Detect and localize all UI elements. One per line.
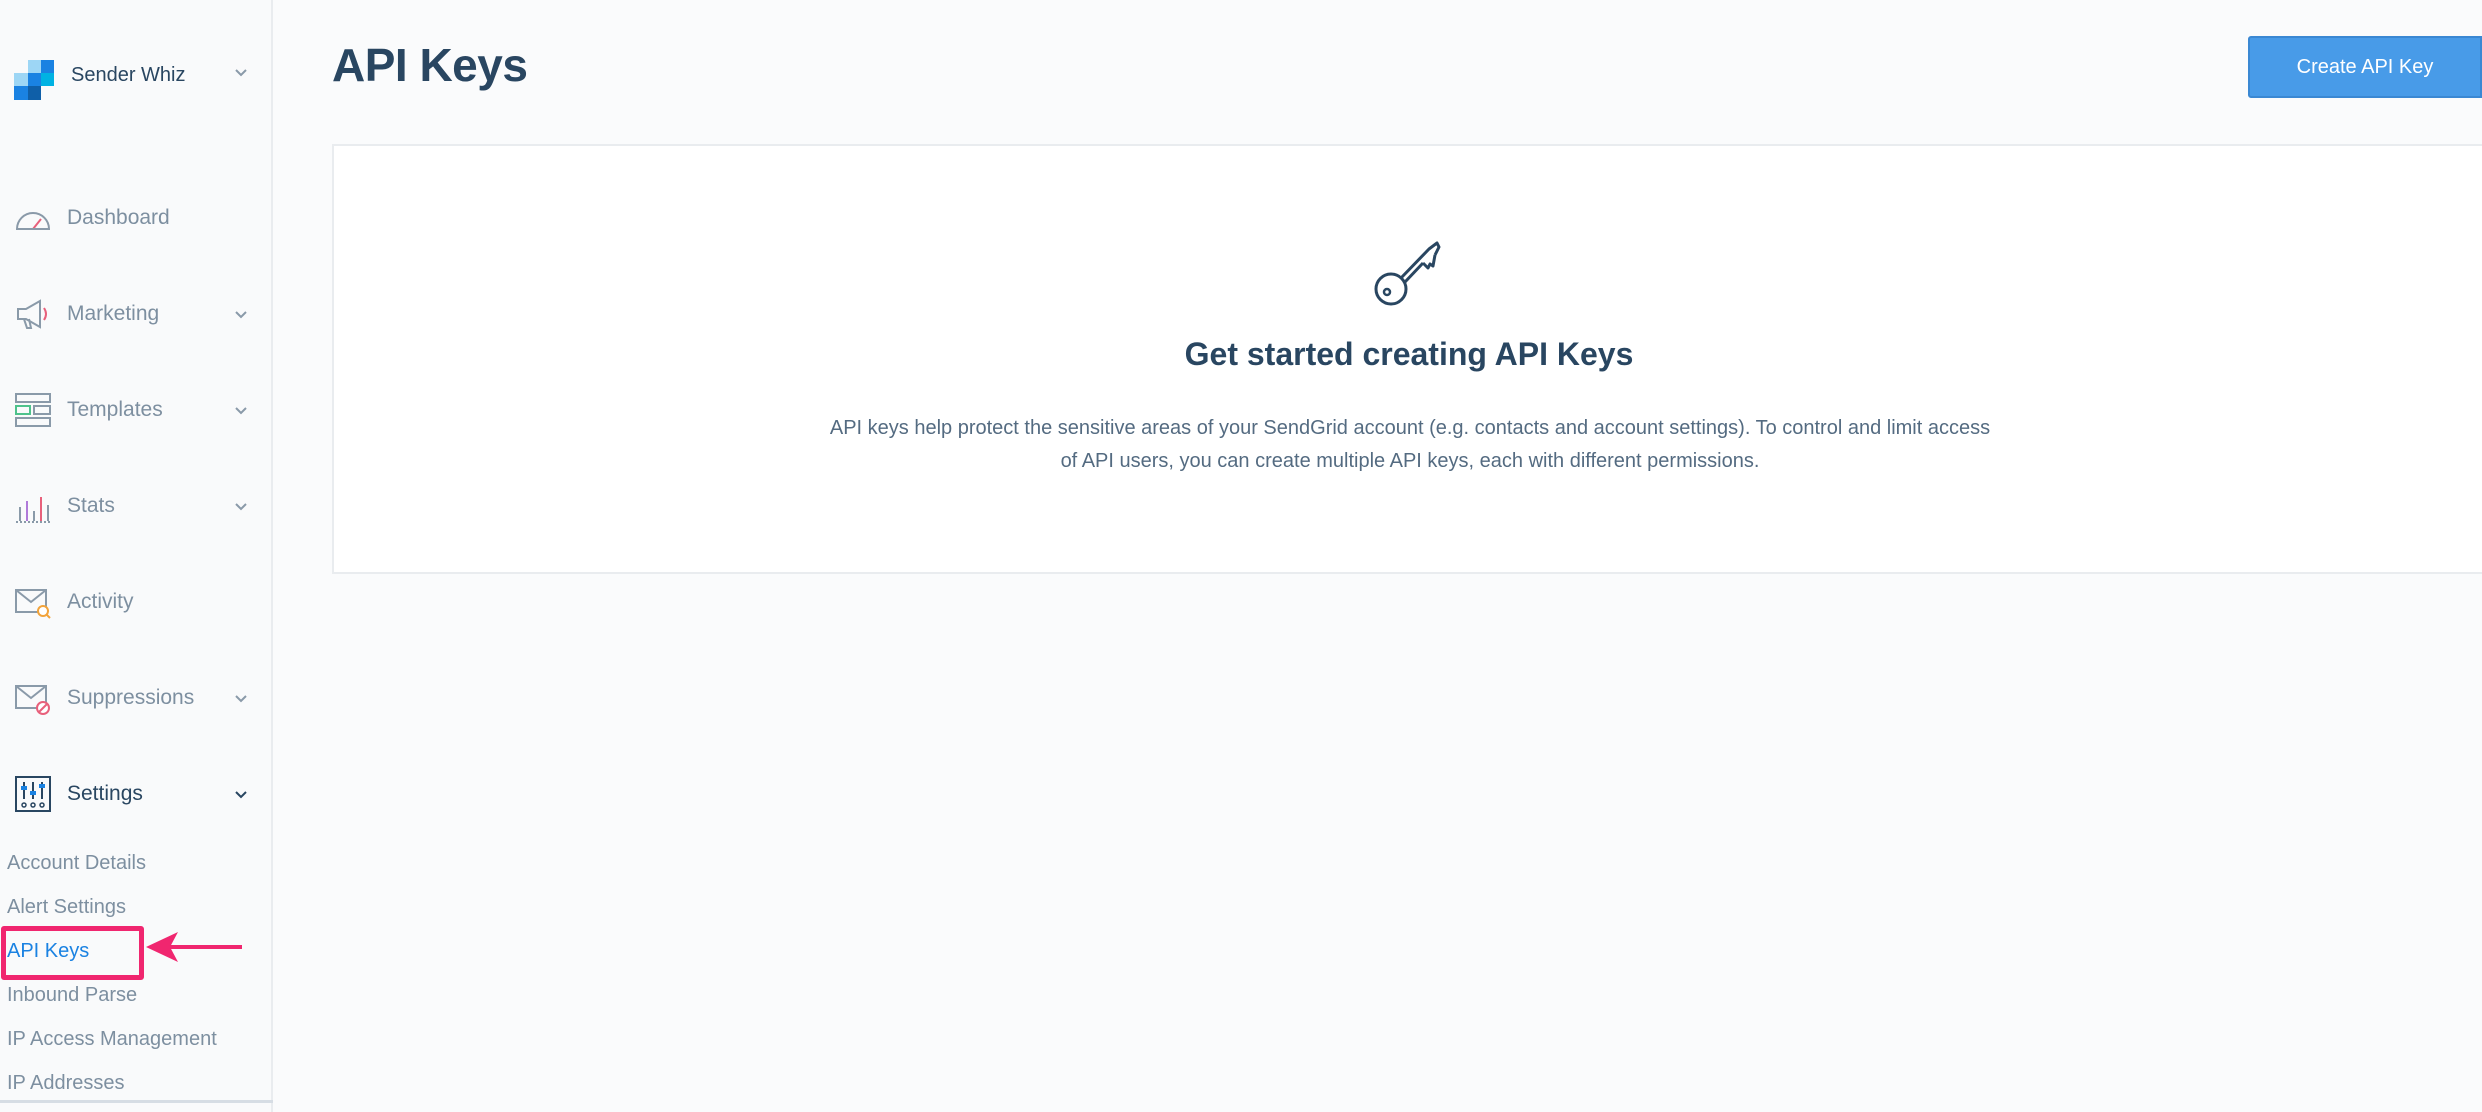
page-title: API Keys — [332, 39, 528, 91]
chevron-down-icon — [235, 311, 247, 319]
sidebar-item-label: Stats — [67, 494, 115, 517]
annotation-highlight-box — [1, 926, 144, 980]
sidebar-scroll-edge — [0, 1100, 273, 1103]
bar-chart-icon — [16, 497, 51, 523]
settings-subitem-ip-addresses[interactable]: IP Addresses — [7, 1072, 124, 1095]
sidebar-item-templates[interactable]: Templates — [0, 380, 273, 440]
chevron-down-icon — [235, 503, 247, 511]
sidebar-item-dashboard[interactable]: Dashboard — [0, 188, 273, 248]
settings-subitem-ip-access-management[interactable]: IP Access Management — [7, 1028, 217, 1051]
sidebar-item-label: Settings — [67, 782, 143, 805]
sidebar-item-label: Templates — [67, 398, 163, 421]
annotation-arrow-icon — [146, 932, 242, 962]
account-switcher[interactable]: Sender Whiz — [0, 40, 273, 120]
chevron-down-icon — [235, 695, 247, 703]
sidebar-item-settings[interactable]: Settings — [0, 764, 273, 824]
settings-subitem-alert-settings[interactable]: Alert Settings — [7, 896, 126, 919]
sidebar-item-label: Marketing — [67, 302, 160, 325]
sliders-icon — [15, 776, 51, 812]
empty-state-title: Get started creating API Keys — [1184, 336, 1634, 372]
chevron-down-icon — [235, 791, 247, 799]
chevron-down-icon — [235, 407, 247, 415]
megaphone-icon — [17, 299, 47, 329]
chevron-down-icon — [235, 69, 247, 77]
settings-subitem-inbound-parse[interactable]: Inbound Parse — [7, 984, 137, 1007]
settings-subitem-account-details[interactable]: Account Details — [7, 852, 146, 875]
sidebar-item-activity[interactable]: Activity — [0, 572, 273, 632]
envelope-search-icon — [15, 589, 51, 619]
sidebar-item-label: Dashboard — [67, 206, 170, 229]
sidebar-item-stats[interactable]: Stats — [0, 476, 273, 536]
sidebar-item-marketing[interactable]: Marketing — [0, 284, 273, 344]
envelope-block-icon — [15, 685, 50, 715]
templates-icon — [15, 393, 51, 427]
dashboard-gauge-icon — [15, 212, 51, 230]
sidebar-item-suppressions[interactable]: Suppressions — [0, 668, 273, 728]
create-api-key-button[interactable]: Create API Key — [2248, 36, 2482, 98]
account-name: Sender Whiz — [71, 64, 186, 86]
sidebar-item-label: Suppressions — [67, 686, 195, 709]
sidebar-item-label: Activity — [67, 590, 134, 613]
key-icon — [1374, 241, 1441, 306]
sendgrid-logo-icon — [14, 60, 54, 100]
empty-state-description: API keys help protect the sensitive area… — [829, 417, 1991, 472]
